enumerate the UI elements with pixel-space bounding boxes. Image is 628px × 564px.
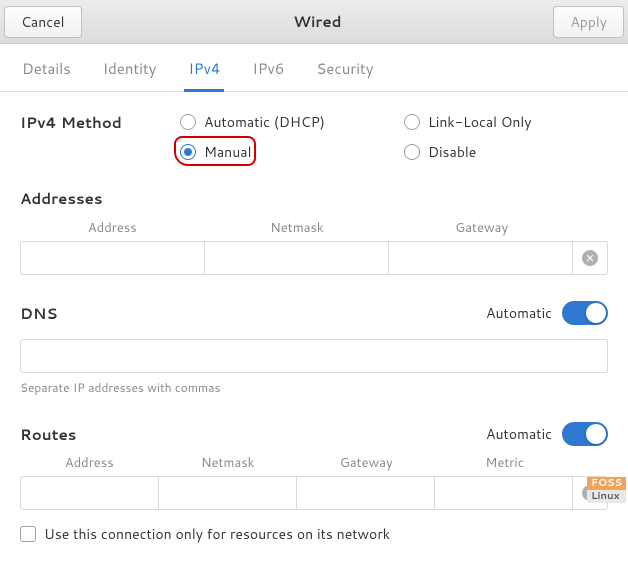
- delete-row-button[interactable]: ✕: [573, 242, 607, 274]
- route-netmask-input[interactable]: [159, 477, 297, 509]
- radio-label: Manual: [204, 142, 251, 162]
- route-address-input[interactable]: [21, 477, 159, 509]
- dns-auto-toggle[interactable]: [562, 301, 608, 325]
- routes-auto-toggle[interactable]: [562, 422, 608, 446]
- radio-automatic-dhcp[interactable]: Automatic (DHCP): [180, 112, 384, 132]
- dns-section: DNS Automatic Separate IP addresses with…: [20, 301, 608, 396]
- col-gateway: Gateway: [389, 219, 574, 237]
- netmask-input[interactable]: [205, 242, 389, 274]
- tab-identity[interactable]: Identity: [99, 54, 161, 92]
- cancel-button[interactable]: Cancel: [4, 6, 82, 38]
- col-address: Address: [20, 219, 205, 237]
- radio-icon: [180, 144, 196, 160]
- route-row: ✕: [20, 476, 608, 510]
- address-row: ✕: [20, 241, 608, 275]
- routes-title: Routes: [20, 424, 76, 445]
- only-resources-label: Use this connection only for resources o…: [44, 524, 390, 544]
- radio-link-local[interactable]: Link-Local Only: [404, 112, 608, 132]
- radio-manual[interactable]: Manual: [180, 142, 384, 162]
- ipv4-method-label: IPv4 Method: [20, 112, 180, 133]
- col-gateway: Gateway: [297, 454, 436, 472]
- toggle-knob: [586, 424, 606, 444]
- window-title: Wired: [82, 11, 554, 32]
- tab-ipv6[interactable]: IPv6: [248, 54, 288, 92]
- radio-icon: [180, 114, 196, 130]
- dns-auto-label: Automatic: [486, 303, 552, 323]
- ipv4-content: IPv4 Method Automatic (DHCP) Link-Local …: [0, 92, 628, 564]
- gateway-input[interactable]: [389, 242, 573, 274]
- toggle-knob: [586, 303, 606, 323]
- apply-button[interactable]: Apply: [553, 6, 624, 38]
- radio-disable[interactable]: Disable: [404, 142, 608, 162]
- watermark: FOSS Linux: [587, 477, 626, 503]
- radio-icon: [404, 144, 420, 160]
- dns-title: DNS: [20, 303, 58, 324]
- col-netmask: Netmask: [159, 454, 298, 472]
- only-resources-checkbox[interactable]: [20, 526, 36, 542]
- watermark-linux: Linux: [587, 490, 626, 503]
- col-metric: Metric: [436, 454, 575, 472]
- dns-input[interactable]: [20, 339, 608, 373]
- col-address: Address: [20, 454, 159, 472]
- tab-bar: Details Identity IPv4 IPv6 Security: [0, 44, 628, 92]
- close-icon: ✕: [582, 250, 598, 266]
- addresses-title: Addresses: [20, 188, 608, 209]
- radio-label: Disable: [428, 142, 476, 162]
- route-gateway-input[interactable]: [297, 477, 435, 509]
- tab-details[interactable]: Details: [18, 54, 75, 92]
- radio-label: Automatic (DHCP): [204, 112, 325, 132]
- radio-label: Link-Local Only: [428, 112, 532, 132]
- addresses-section: Addresses Address Netmask Gateway ✕: [20, 188, 608, 275]
- tab-security[interactable]: Security: [312, 54, 377, 92]
- routes-auto-label: Automatic: [486, 424, 552, 444]
- radio-icon: [404, 114, 420, 130]
- col-netmask: Netmask: [205, 219, 390, 237]
- header-bar: Cancel Wired Apply: [0, 0, 628, 44]
- dns-hint: Separate IP addresses with commas: [20, 379, 608, 396]
- address-input[interactable]: [21, 242, 205, 274]
- route-metric-input[interactable]: [435, 477, 573, 509]
- tab-ipv4[interactable]: IPv4: [184, 54, 224, 92]
- routes-section: Routes Automatic Address Netmask Gateway…: [20, 422, 608, 544]
